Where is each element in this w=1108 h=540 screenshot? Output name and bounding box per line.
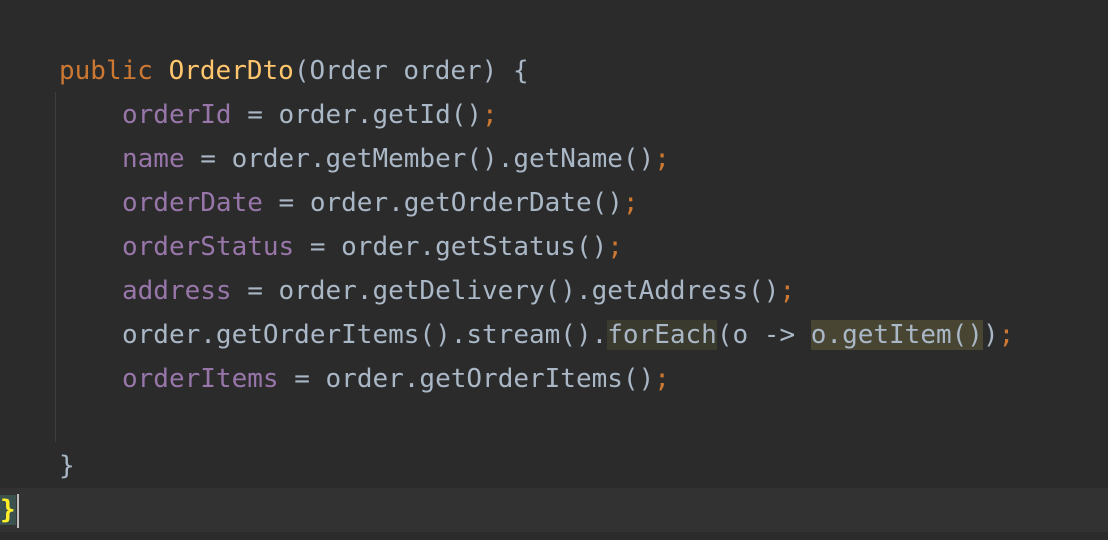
field-name: orderItems (122, 364, 279, 394)
statement-body: = order.getDelivery().getAddress() (231, 276, 780, 306)
code-editor[interactable]: public OrderDto(Order order) { orderId =… (0, 0, 1108, 540)
current-line-highlight (0, 488, 1108, 532)
field-name: orderDate (122, 188, 263, 218)
stream-call: order.getOrderItems().stream(). (122, 320, 608, 350)
text-caret (16, 493, 19, 528)
closing-brace: } (59, 451, 75, 481)
code-line-3[interactable]: name = order.getMember().getName(); (122, 137, 670, 181)
close-paren: ) (982, 320, 999, 350)
code-line-2[interactable]: orderId = order.getId(); (122, 93, 498, 137)
statement-body: = order.getMember().getName() (184, 144, 655, 174)
keyword-public: public (59, 56, 153, 86)
indent-guide (55, 92, 56, 442)
lambda-param: (o -> (716, 320, 811, 350)
field-name: address (122, 276, 232, 306)
semicolon: ; (779, 276, 796, 306)
matched-brace: } (0, 495, 16, 525)
field-name: orderId (122, 100, 232, 130)
code-line-1[interactable]: public OrderDto(Order order) { (59, 49, 529, 93)
semicolon: ; (654, 364, 670, 394)
constructor-params: (Order order) { (293, 56, 529, 86)
semicolon: ; (622, 188, 639, 218)
code-line-close-class[interactable]: } (0, 488, 19, 532)
highlighted-foreach: forEach (607, 320, 717, 350)
semicolon: ; (654, 144, 670, 174)
statement-body: = order.getOrderDate() (262, 188, 623, 218)
code-line-5[interactable]: orderStatus = order.getStatus(); (122, 225, 623, 269)
highlighted-lambda-body: o.getItem() (810, 320, 983, 350)
semicolon: ; (482, 100, 498, 130)
code-line-close-method[interactable]: } (59, 444, 75, 488)
code-line-7[interactable]: order.getOrderItems().stream().forEach(o… (122, 313, 1014, 357)
code-line-4[interactable]: orderDate = order.getOrderDate(); (122, 181, 639, 225)
semicolon: ; (998, 320, 1015, 350)
statement-body: = order.getOrderItems() (278, 364, 655, 394)
constructor-name: OrderDto (168, 56, 294, 86)
semicolon: ; (607, 232, 623, 262)
code-line-6[interactable]: address = order.getDelivery().getAddress… (122, 269, 795, 313)
statement-body: = order.getStatus() (294, 232, 608, 262)
code-line-8[interactable]: orderItems = order.getOrderItems(); (122, 357, 670, 401)
statement-body: = order.getId() (231, 100, 483, 130)
field-name: name (122, 144, 185, 174)
field-name: orderStatus (122, 232, 295, 262)
